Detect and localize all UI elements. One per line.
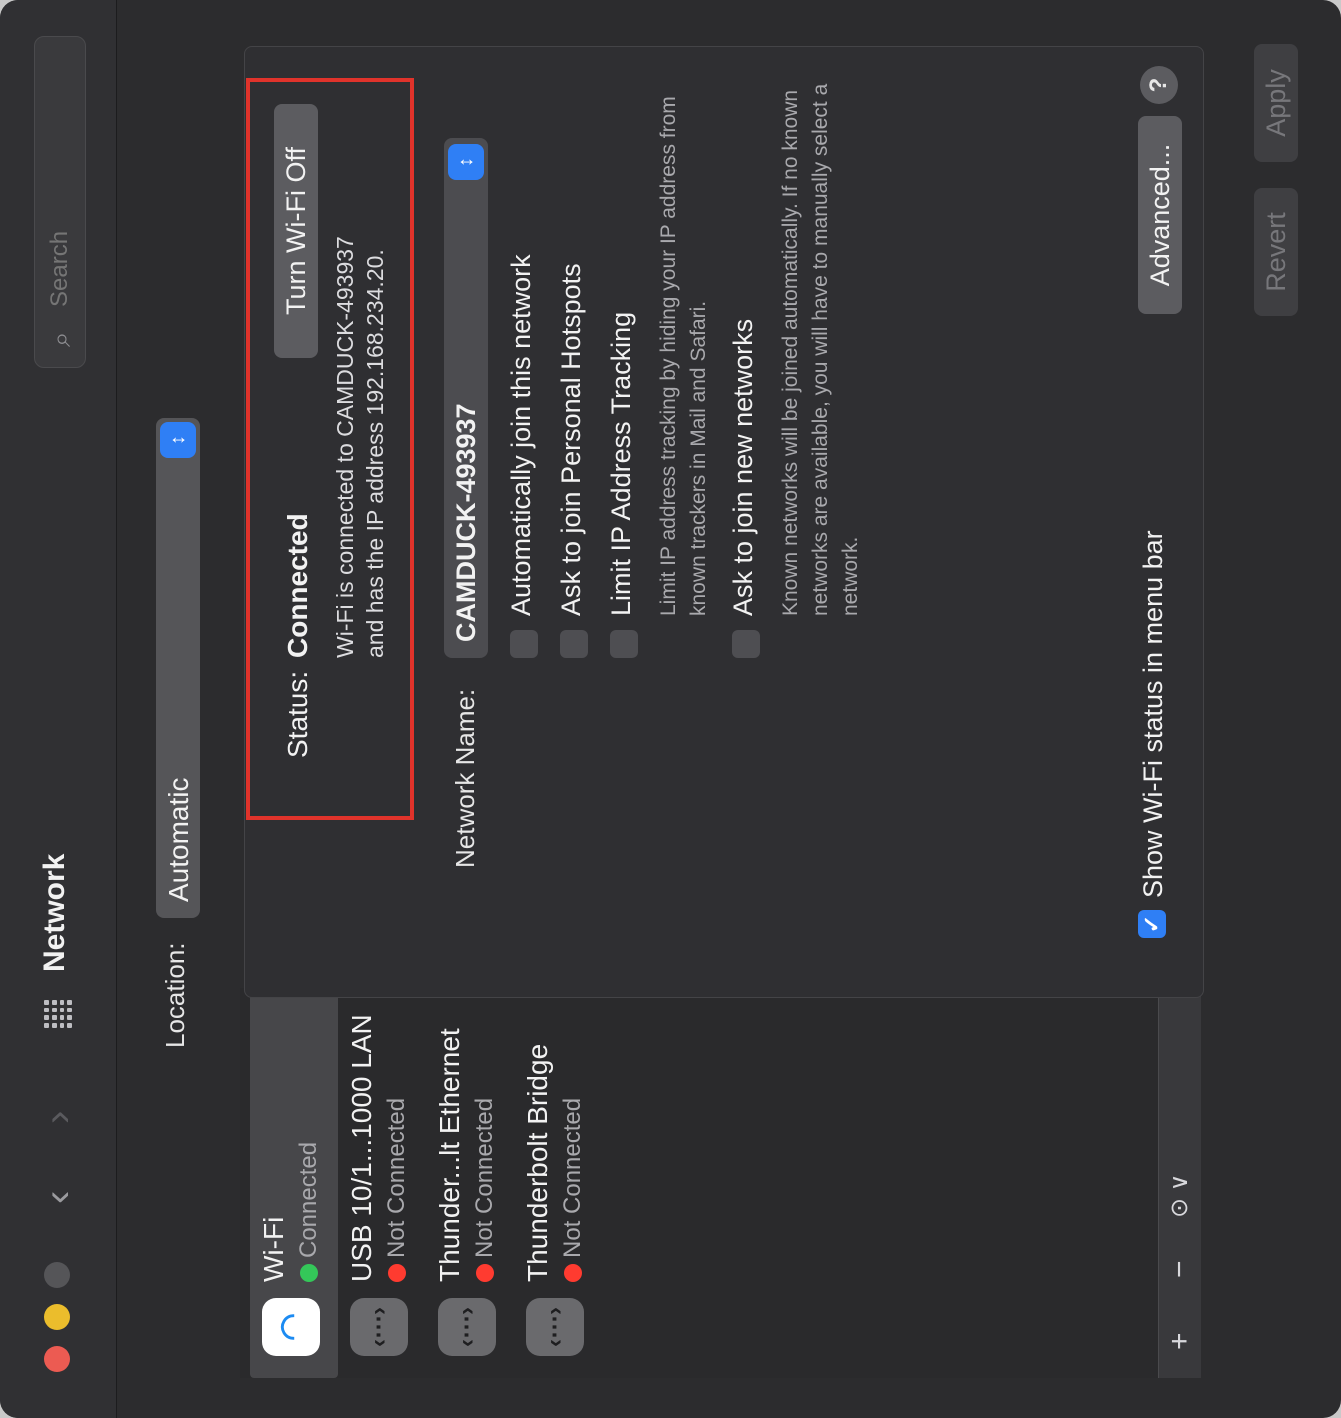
limit-ip-tracking-checkbox[interactable] — [610, 630, 638, 658]
wifi-icon: ◠ — [262, 1298, 320, 1356]
status-description: Wi-Fi is connected to CAMDUCK-493937 and… — [332, 236, 388, 658]
ethernet-icon: ‹⋯› — [350, 1298, 408, 1356]
service-item-thunderbolt-ethernet[interactable]: ‹⋯› Thunder...lt Ethernet Not Connected — [426, 988, 514, 1378]
minimize-window-button[interactable] — [44, 1304, 70, 1330]
status-dot — [564, 1264, 582, 1282]
service-list: ◠ Wi-Fi Connected ‹⋯› USB 10/1...1000 LA… — [240, 988, 1200, 1378]
service-name: Thunderbolt Bridge — [522, 1043, 553, 1282]
action-menu-button[interactable]: ⊙ ∨ — [1161, 1174, 1199, 1218]
status-label: Status: — [282, 670, 313, 758]
search-field[interactable]: ⌕ — [34, 36, 86, 368]
service-status: Not Connected — [383, 1097, 410, 1258]
network-name-select[interactable]: CAMDUCK-493937 ↕ — [444, 138, 488, 658]
apply-button[interactable]: Apply — [1254, 44, 1298, 162]
network-preferences-window: ‹ › Network ⌕ Location: Automatic ↕ ◠ Wi… — [0, 0, 1341, 1418]
ask-new-networks-hint: Known networks will be joined automatica… — [779, 83, 862, 616]
turn-wifi-off-button[interactable]: Turn Wi-Fi Off — [274, 104, 318, 358]
service-status: Connected — [295, 1141, 322, 1258]
close-window-button[interactable] — [44, 1346, 70, 1372]
service-item-usb-lan[interactable]: ‹⋯› USB 10/1...1000 LAN Not Connected — [338, 988, 426, 1378]
show-in-menubar-label: Show Wi-Fi status in menu bar — [1138, 530, 1168, 898]
location-value: Automatic — [163, 777, 194, 903]
status-dot — [388, 1264, 406, 1282]
advanced-button[interactable]: Advanced... — [1138, 116, 1182, 314]
updown-chevron-icon: ↕ — [448, 144, 484, 180]
service-name: Wi-Fi — [258, 1216, 289, 1282]
updown-chevron-icon: ↕ — [160, 422, 196, 458]
auto-join-checkbox[interactable] — [510, 630, 538, 658]
status-value: Connected — [282, 513, 313, 658]
location-label: Location: — [160, 942, 190, 1048]
network-name-value: CAMDUCK-493937 — [451, 403, 481, 642]
status-dot — [476, 1264, 494, 1282]
status-dot — [300, 1264, 318, 1282]
window-title: Network — [38, 853, 71, 972]
service-status: Not Connected — [471, 1097, 498, 1258]
limit-ip-tracking-label: Limit IP Address Tracking — [606, 311, 636, 616]
service-item-wifi[interactable]: ◠ Wi-Fi Connected — [250, 988, 338, 1378]
chevron-left-icon[interactable]: ‹ — [36, 1191, 80, 1204]
ethernet-icon: ‹⋯› — [526, 1298, 584, 1356]
ask-new-networks-label: Ask to join new networks — [728, 318, 758, 616]
zoom-window-button[interactable] — [44, 1262, 70, 1288]
limit-ip-tracking-hint: Limit IP address tracking by hiding your… — [657, 96, 710, 616]
ask-new-networks-checkbox[interactable] — [732, 630, 760, 658]
add-service-button[interactable]: + — [1161, 1332, 1199, 1350]
service-name: USB 10/1...1000 LAN — [346, 1014, 377, 1282]
chevron-right-icon[interactable]: › — [36, 1111, 80, 1124]
revert-button[interactable]: Revert — [1254, 188, 1298, 316]
service-item-thunderbolt-bridge[interactable]: ‹⋯› Thunderbolt Bridge Not Connected — [514, 988, 602, 1378]
ethernet-icon: ‹⋯› — [438, 1298, 496, 1356]
service-name: Thunder...lt Ethernet — [434, 1028, 465, 1282]
personal-hotspots-label: Ask to join Personal Hotspots — [556, 263, 586, 616]
remove-service-button[interactable]: − — [1161, 1260, 1199, 1278]
personal-hotspots-checkbox[interactable] — [560, 630, 588, 658]
service-status: Not Connected — [559, 1097, 586, 1258]
toolbar: ‹ › Network ⌕ — [0, 0, 117, 1418]
magnifier-icon: ⌕ — [45, 331, 76, 347]
search-input[interactable] — [43, 55, 77, 309]
show-in-menubar-checkbox[interactable]: ✓ — [1138, 910, 1166, 938]
location-select[interactable]: Automatic ↕ — [156, 418, 200, 918]
auto-join-label: Automatically join this network — [506, 254, 536, 616]
service-list-controls: + − ⊙ ∨ — [1158, 988, 1201, 1378]
grid-icon[interactable] — [44, 1000, 72, 1028]
help-button[interactable]: ? — [1140, 66, 1178, 104]
network-name-label: Network Name: — [450, 688, 480, 868]
